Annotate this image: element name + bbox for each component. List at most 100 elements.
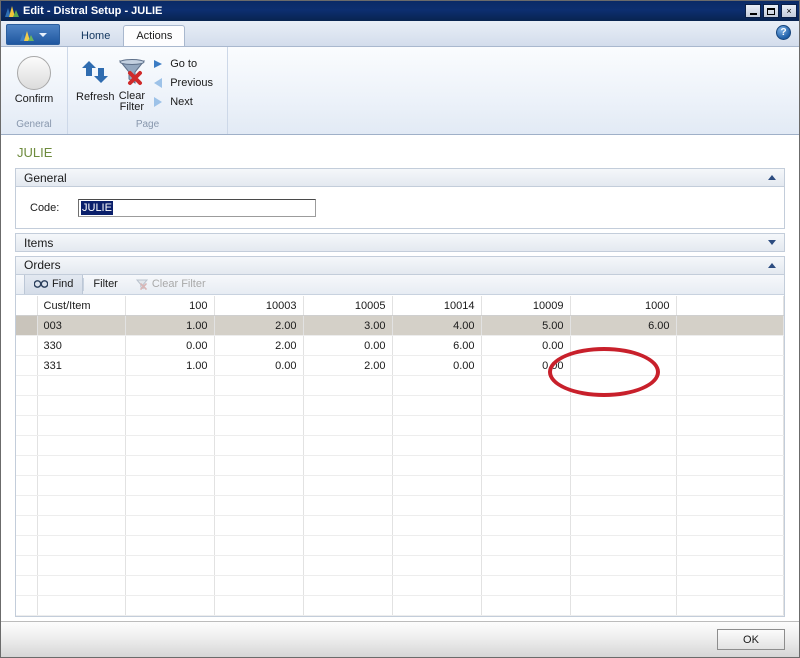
table-row[interactable] — [16, 535, 784, 557]
table-cell[interactable] — [392, 555, 482, 577]
table-cell[interactable] — [303, 395, 393, 417]
table-cell[interactable] — [214, 375, 304, 397]
refresh-button[interactable]: Refresh — [76, 52, 115, 103]
table-cell[interactable]: 6.00 — [392, 335, 482, 357]
table-cell[interactable] — [392, 595, 482, 616]
table-cell[interactable] — [570, 415, 677, 437]
row-selector[interactable] — [16, 315, 38, 337]
table-cell[interactable] — [570, 475, 677, 497]
next-button[interactable]: Next — [149, 93, 219, 110]
chevron-up-icon[interactable] — [768, 262, 776, 268]
table-cell[interactable] — [570, 335, 677, 357]
tab-actions[interactable]: Actions — [123, 25, 186, 46]
table-cell[interactable] — [214, 395, 304, 417]
table-cell[interactable] — [392, 575, 482, 597]
row-selector[interactable] — [16, 595, 38, 616]
table-cell[interactable]: 0.00 — [214, 355, 304, 377]
table-cell[interactable]: 2.00 — [303, 355, 393, 377]
table-cell[interactable] — [214, 515, 304, 537]
table-cell[interactable] — [570, 455, 677, 477]
table-cell[interactable] — [37, 595, 126, 616]
table-cell[interactable] — [214, 575, 304, 597]
table-cell[interactable] — [570, 435, 677, 457]
table-cell[interactable] — [125, 375, 215, 397]
table-row[interactable] — [16, 595, 784, 616]
table-row[interactable]: 003 1.00 2.00 3.00 4.00 5.00 6.00 — [16, 315, 784, 337]
table-cell[interactable] — [481, 535, 571, 557]
table-cell[interactable] — [125, 475, 215, 497]
table-cell[interactable]: 3.00 — [303, 315, 393, 337]
table-cell[interactable] — [570, 355, 677, 377]
application-menu-button[interactable] — [6, 24, 60, 45]
row-selector[interactable] — [16, 495, 38, 517]
table-row[interactable] — [16, 375, 784, 397]
table-row[interactable] — [16, 495, 784, 517]
row-selector[interactable] — [16, 335, 38, 357]
table-cell[interactable] — [481, 495, 571, 517]
table-cell[interactable] — [37, 575, 126, 597]
table-cell[interactable] — [214, 475, 304, 497]
table-cell[interactable] — [303, 455, 393, 477]
table-cell[interactable] — [37, 515, 126, 537]
table-cell[interactable] — [392, 535, 482, 557]
row-selector[interactable] — [16, 575, 38, 597]
table-cell[interactable] — [125, 495, 215, 517]
table-cell[interactable] — [303, 475, 393, 497]
row-selector[interactable] — [16, 415, 38, 437]
row-selector[interactable] — [16, 555, 38, 577]
table-cell[interactable] — [303, 535, 393, 557]
table-cell[interactable] — [37, 415, 126, 437]
table-cell[interactable] — [392, 435, 482, 457]
chevron-up-icon[interactable] — [768, 175, 776, 180]
table-cell[interactable] — [125, 575, 215, 597]
row-selector[interactable] — [16, 515, 38, 537]
table-cell[interactable] — [37, 455, 126, 477]
table-cell[interactable] — [214, 495, 304, 517]
table-row[interactable]: 330 0.00 2.00 0.00 6.00 0.00 — [16, 335, 784, 357]
table-cell[interactable]: 0.00 — [481, 355, 571, 377]
table-cell[interactable] — [392, 475, 482, 497]
close-button[interactable]: × — [781, 4, 797, 18]
grid-column-header[interactable]: 1000 — [570, 295, 677, 317]
table-row[interactable] — [16, 515, 784, 537]
table-cell[interactable]: 0.00 — [125, 335, 215, 357]
table-row[interactable] — [16, 555, 784, 577]
table-row[interactable] — [16, 395, 784, 417]
table-cell[interactable] — [214, 555, 304, 577]
table-cell[interactable] — [214, 535, 304, 557]
table-cell[interactable] — [392, 395, 482, 417]
row-selector[interactable] — [16, 435, 38, 457]
tab-home[interactable]: Home — [68, 25, 123, 46]
table-cell[interactable] — [125, 415, 215, 437]
table-row[interactable] — [16, 415, 784, 437]
table-cell[interactable] — [570, 555, 677, 577]
table-cell[interactable] — [303, 375, 393, 397]
grid-column-header[interactable]: 10014 — [392, 295, 482, 317]
table-cell[interactable] — [481, 455, 571, 477]
table-cell[interactable]: 0.00 — [392, 355, 482, 377]
table-cell[interactable] — [125, 515, 215, 537]
table-cell[interactable]: 0.00 — [303, 335, 393, 357]
go-to-button[interactable]: Go to — [149, 55, 219, 72]
table-cell[interactable] — [570, 595, 677, 616]
table-cell[interactable] — [303, 435, 393, 457]
table-cell[interactable] — [37, 395, 126, 417]
table-cell[interactable]: 331 — [37, 355, 126, 377]
table-cell[interactable] — [481, 475, 571, 497]
table-cell[interactable] — [214, 435, 304, 457]
table-cell[interactable] — [303, 575, 393, 597]
table-cell[interactable] — [125, 395, 215, 417]
table-cell[interactable] — [214, 415, 304, 437]
table-cell[interactable] — [37, 535, 126, 557]
code-input[interactable]: JULIE — [78, 198, 316, 217]
table-cell[interactable] — [303, 595, 393, 616]
table-cell[interactable] — [125, 455, 215, 477]
find-button[interactable]: Find — [24, 274, 84, 294]
table-cell[interactable] — [392, 415, 482, 437]
table-cell[interactable]: 003 — [37, 315, 126, 337]
table-cell[interactable] — [481, 395, 571, 417]
table-cell[interactable] — [392, 455, 482, 477]
table-cell[interactable]: 2.00 — [214, 315, 304, 337]
clear-filter-button[interactable]: Clear Filter — [115, 52, 150, 113]
table-cell[interactable] — [570, 515, 677, 537]
